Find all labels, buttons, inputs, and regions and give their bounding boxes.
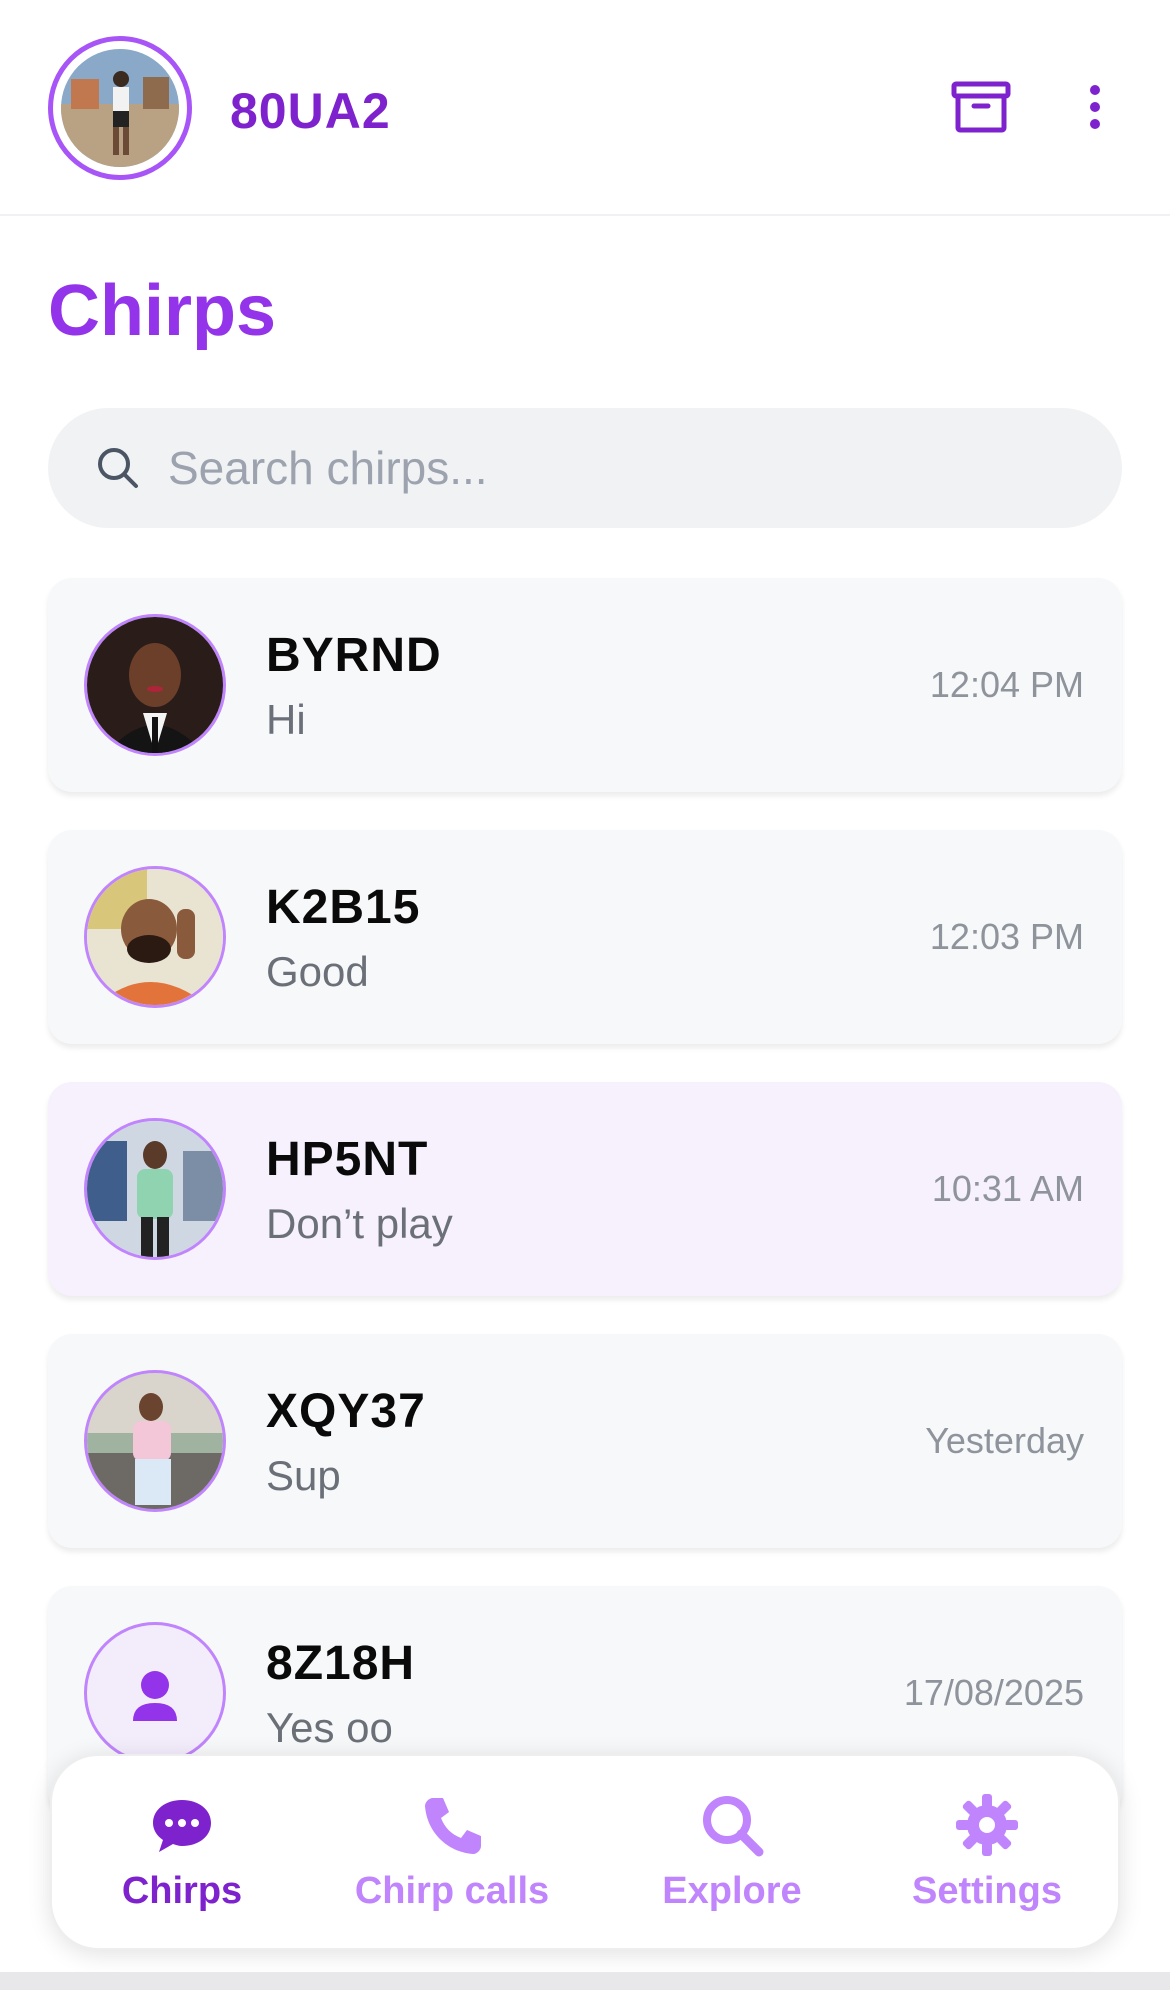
tab-chirp-calls[interactable]: Chirp calls [342, 1756, 562, 1952]
search-input[interactable] [168, 428, 1068, 508]
tab-explore[interactable]: Explore [632, 1756, 832, 1952]
chat-time: Yesterday [925, 1420, 1084, 1461]
chat-row-xqy37[interactable]: XQY37 Sup Yesterday [48, 1334, 1122, 1548]
archive-box-icon [951, 81, 1011, 133]
chat-name: 8Z18H [266, 1637, 416, 1690]
tab-label: Explore [662, 1870, 802, 1912]
phone-icon [425, 1798, 481, 1854]
profile-photo [61, 49, 179, 167]
search-icon [703, 1796, 764, 1857]
chat-preview: Yes oo [266, 1704, 393, 1751]
tab-chirps[interactable]: Chirps [92, 1756, 272, 1952]
home-indicator-area [0, 1972, 1170, 1990]
search-icon [98, 448, 138, 488]
chat-preview: Sup [266, 1452, 341, 1499]
avatar [84, 1622, 226, 1764]
page-title: Chirps [48, 271, 277, 351]
more-vertical-icon [1090, 85, 1100, 129]
gear-icon [956, 1794, 1018, 1856]
avatar [84, 614, 226, 756]
chat-list: BYRND Hi 12:04 PM K2B15 Good 12:03 PM HP… [48, 578, 1122, 1854]
tab-label: Chirp calls [354, 1870, 550, 1912]
chat-row-hp5nt[interactable]: HP5NT Don’t play 10:31 AM [48, 1082, 1122, 1296]
avatar [84, 1370, 226, 1512]
archive-button[interactable] [950, 76, 1012, 138]
tab-label: Settings [912, 1870, 1062, 1912]
avatar [84, 866, 226, 1008]
chat-name: BYRND [266, 629, 442, 682]
tab-settings[interactable]: Settings [892, 1756, 1082, 1952]
app-header: 80UA2 [0, 0, 1170, 216]
search-bar[interactable] [48, 408, 1122, 528]
chat-name: HP5NT [266, 1133, 429, 1186]
chat-time: 12:04 PM [929, 664, 1084, 705]
profile-avatar[interactable] [48, 36, 192, 180]
chat-name: XQY37 [266, 1385, 426, 1438]
bottom-tab-bar: Chirps Chirp calls Explore Settings [50, 1754, 1120, 1950]
chat-time: 17/08/2025 [903, 1672, 1084, 1713]
chat-time: 12:03 PM [929, 916, 1084, 957]
chat-bubble-icon [153, 1800, 211, 1852]
username: 80UA2 [230, 83, 391, 139]
chat-preview: Good [266, 948, 369, 995]
chat-row-k2b15[interactable]: K2B15 Good 12:03 PM [48, 830, 1122, 1044]
chat-time: 10:31 AM [931, 1168, 1084, 1209]
more-options-button[interactable] [1070, 76, 1120, 138]
user-icon [133, 1671, 177, 1721]
chat-preview: Don’t play [266, 1200, 453, 1247]
chat-name: K2B15 [266, 881, 421, 934]
avatar [84, 1118, 226, 1260]
chat-row-byrnd[interactable]: BYRND Hi 12:04 PM [48, 578, 1122, 792]
chat-preview: Hi [266, 696, 306, 743]
tab-label: Chirps [121, 1870, 243, 1912]
